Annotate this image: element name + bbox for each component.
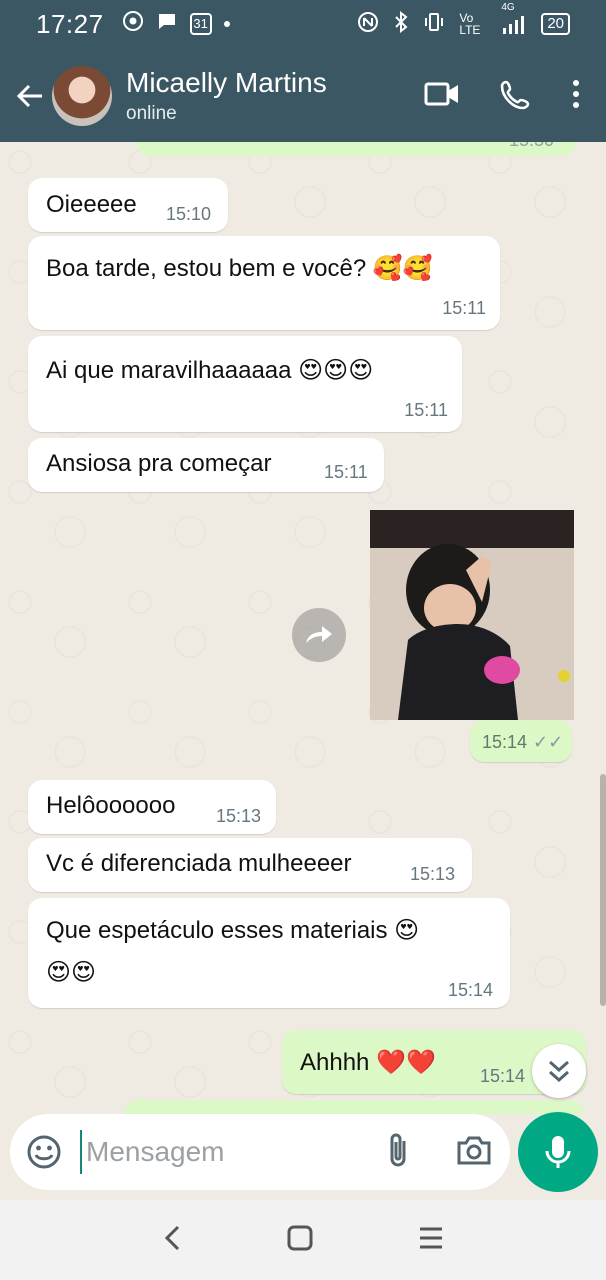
menu-lines-icon bbox=[420, 1227, 442, 1248]
message-bubble-incoming[interactable]: Ai que maravilhaaaaaa 😍😍😍 15:11 bbox=[28, 336, 462, 432]
chat-header: Micaelly Martins online bbox=[0, 50, 606, 142]
attach-button[interactable] bbox=[384, 1132, 414, 1175]
scroll-to-bottom-button[interactable] bbox=[532, 1044, 586, 1098]
message-text: Oieeeee bbox=[46, 191, 137, 218]
square-icon bbox=[287, 1225, 313, 1250]
video-camera-icon bbox=[424, 82, 458, 105]
message-time: 15:10 bbox=[166, 204, 212, 224]
more-options-button[interactable] bbox=[572, 79, 580, 114]
notification-dot-icon bbox=[223, 21, 230, 27]
gif-image-message[interactable] bbox=[370, 510, 574, 720]
message-time: 15:14 bbox=[448, 980, 494, 1000]
back-button[interactable] bbox=[2, 68, 58, 124]
bluetooth-icon bbox=[393, 10, 409, 38]
calendar-icon: 31 bbox=[189, 13, 212, 35]
nav-back-button[interactable] bbox=[162, 1224, 182, 1257]
message-text-line2: 😍😍 bbox=[46, 959, 97, 986]
message-input[interactable] bbox=[80, 1130, 370, 1174]
message-time: 15:14 bbox=[482, 732, 528, 752]
network-gen-label: 4G bbox=[501, 2, 515, 13]
scrollbar-thumb[interactable] bbox=[600, 774, 606, 1006]
message-bubble-incoming[interactable]: Ansiosa pra começar 15:11 bbox=[28, 438, 384, 492]
double-chevron-down-icon bbox=[549, 1060, 569, 1083]
kebab-menu-icon bbox=[573, 79, 579, 108]
status-time: 17:27 bbox=[36, 8, 104, 39]
message-text: Ansiosa pra começar bbox=[46, 450, 272, 477]
microphone-icon bbox=[545, 1136, 571, 1168]
chat-area[interactable]: 15:30 Oieeeee 15:10 Boa tarde, estou bem… bbox=[0, 142, 606, 1114]
top-bar: 17:27 31 Vo LTE 4G 20 Micaelly Martins o… bbox=[0, 0, 606, 142]
contact-info[interactable]: Micaelly Martins online bbox=[126, 67, 327, 125]
paperclip-icon bbox=[390, 1133, 406, 1167]
chat-bubble-icon bbox=[156, 10, 178, 39]
message-text: Ai que maravilhaaaaaa 😍😍😍 bbox=[46, 357, 374, 384]
balloon-shape bbox=[484, 656, 520, 684]
message-time: 15:11 bbox=[324, 462, 368, 482]
message-time: 15:14 bbox=[480, 1066, 526, 1086]
volte-label: Vo LTE bbox=[459, 11, 481, 37]
camera-icon bbox=[457, 1136, 491, 1165]
message-time: 15:13 bbox=[410, 864, 456, 884]
signal-icon: 4G bbox=[501, 2, 527, 34]
nav-recents-button[interactable] bbox=[418, 1225, 444, 1256]
chevron-left-icon bbox=[164, 1225, 180, 1250]
message-text: Que espetáculo esses materiais 😍 bbox=[46, 917, 420, 944]
message-bubble-incoming[interactable]: Oieeeee 15:10 bbox=[28, 178, 228, 232]
message-text: Vc é diferenciada mulheeeer bbox=[46, 850, 352, 877]
message-time: 15:30 bbox=[509, 142, 554, 151]
message-time-pill-outgoing: 15:14 ✓✓ bbox=[470, 720, 572, 762]
system-nav-bar bbox=[0, 1200, 606, 1280]
nav-home-button[interactable] bbox=[286, 1224, 314, 1257]
message-text: Helôoooooo bbox=[46, 792, 176, 819]
nfc-icon bbox=[357, 11, 379, 38]
message-bubble-incoming[interactable]: Vc é diferenciada mulheeeer 15:13 bbox=[28, 838, 472, 892]
arrow-left-icon bbox=[16, 84, 42, 108]
battery-icon: 20 bbox=[541, 13, 570, 35]
message-bubble-incoming[interactable]: Helôoooooo 15:13 bbox=[28, 780, 276, 834]
contact-name: Micaelly Martins bbox=[126, 67, 327, 98]
vibrate-icon bbox=[423, 11, 445, 38]
avatar[interactable] bbox=[52, 66, 112, 126]
message-text: Boa tarde, estou bem e você? 🥰🥰 bbox=[46, 255, 433, 282]
chrome-icon bbox=[122, 10, 144, 39]
voice-call-button[interactable] bbox=[500, 78, 532, 115]
voice-record-button[interactable] bbox=[518, 1112, 598, 1192]
emoji-button[interactable] bbox=[26, 1134, 62, 1175]
yellow-ball-shape bbox=[558, 670, 570, 682]
status-bar: 17:27 31 Vo LTE 4G 20 bbox=[0, 0, 606, 48]
camera-button[interactable] bbox=[456, 1134, 492, 1171]
message-text: Ahhhh ❤️❤️ bbox=[300, 1049, 436, 1076]
message-bubble-outgoing-partial[interactable]: 15:30 bbox=[136, 142, 576, 156]
smiley-icon bbox=[27, 1135, 61, 1169]
message-bubble-incoming[interactable]: Boa tarde, estou bem e você? 🥰🥰 15:11 bbox=[28, 236, 500, 330]
message-time: 15:13 bbox=[216, 806, 262, 826]
double-check-icon: ✓✓ bbox=[533, 732, 564, 752]
contact-status: online bbox=[126, 103, 177, 124]
message-time: 15:11 bbox=[404, 400, 448, 420]
message-time: 15:11 bbox=[442, 298, 486, 318]
composer-bar bbox=[10, 1114, 510, 1190]
message-bubble-incoming[interactable]: Que espetáculo esses materiais 😍 😍😍 15:1… bbox=[28, 898, 510, 1008]
message-bubble-outgoing-next-edge bbox=[124, 1100, 584, 1114]
phone-icon bbox=[500, 80, 530, 109]
child-clapping-image bbox=[398, 544, 518, 720]
forward-arrow-icon bbox=[306, 626, 332, 643]
forward-button[interactable] bbox=[292, 608, 346, 662]
video-call-button[interactable] bbox=[424, 80, 460, 113]
